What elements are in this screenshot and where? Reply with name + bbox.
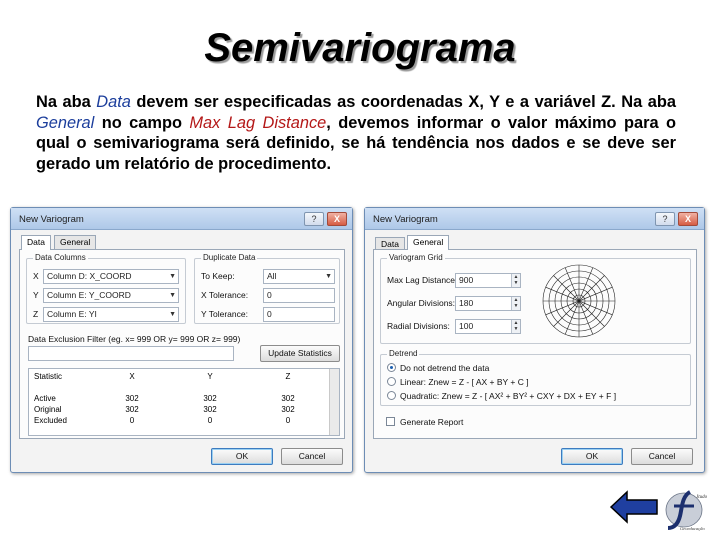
chevron-down-icon: ▼ [169, 273, 176, 280]
to-keep-label: To Keep: [201, 271, 235, 281]
table-header-cell: Z [285, 372, 291, 381]
table-header-cell: Statistic [34, 372, 63, 381]
x-column-select[interactable]: Column D: X_COORD ▼ [43, 269, 179, 284]
update-statistics-button[interactable]: Update Statistics [260, 345, 340, 362]
generate-report-checkbox[interactable] [386, 417, 395, 426]
table-row: Active 302 302 302 [34, 394, 295, 403]
x-tolerance-input[interactable]: 0 [263, 288, 335, 303]
exclusion-filter-input[interactable] [28, 346, 234, 361]
close-button[interactable]: X [678, 212, 698, 226]
x-label: X [33, 271, 39, 281]
y-tolerance-input[interactable]: 0 [263, 307, 335, 322]
table-scrollbar[interactable] [329, 369, 339, 435]
linear-detrend-label: Linear: Znew = Z - [ AX + BY + C ] [400, 377, 529, 387]
svg-text:Jtudo: Jtudo [696, 495, 708, 500]
new-variogram-dialog-general: New Variogram ? X Data General Variogram… [364, 207, 705, 473]
table-row: Excluded 0 0 0 [34, 416, 291, 425]
duplicate-data-group: Duplicate Data To Keep: All ▼ X Tolerance… [194, 253, 340, 324]
generate-report-label: Generate Report [400, 417, 464, 427]
tab-general[interactable]: General [407, 235, 450, 250]
chevron-down-icon: ▼ [325, 273, 332, 280]
svg-text:Geoeducação: Geoeducação [680, 526, 705, 531]
exclusion-filter-label: Data Exclusion Filter (eg. x= 999 OR y= … [28, 334, 241, 344]
radial-divisions-input[interactable]: 100 ▲ ▼ [455, 319, 521, 334]
help-button[interactable]: ? [304, 212, 324, 226]
tab-general[interactable]: General [54, 235, 97, 249]
z-column-select[interactable]: Column E: YI ▼ [43, 307, 179, 322]
close-button[interactable]: X [327, 212, 347, 226]
quadratic-detrend-label: Quadratic: Znew = Z - [ AX² + BY² + CXY … [400, 391, 617, 401]
x-tolerance-label: X Tolerance: [201, 290, 249, 300]
slide-title: Semivariograma [204, 26, 516, 70]
z-label: Z [33, 309, 39, 319]
linear-detrend-radio[interactable] [387, 377, 396, 386]
chevron-down-icon: ▼ [169, 292, 176, 299]
angular-divisions-input[interactable]: 180 ▲ ▼ [455, 296, 521, 311]
detrend-group: Detrend Do not detrend the data Linear: … [380, 349, 691, 406]
slide-paragraph: Na aba Data devem ser especificadas as c… [36, 93, 676, 173]
quadratic-detrend-radio[interactable] [387, 391, 396, 400]
no-detrend-radio[interactable] [387, 363, 396, 372]
window-title: New Variogram [373, 214, 438, 225]
general-tab-panel: Variogram Grid Max Lag Distance: 900 ▲ ▼ A… [373, 249, 697, 439]
window-title: New Variogram [19, 214, 84, 225]
statistics-table: Statistic X Y Z Active 302 302 302 Origi… [31, 371, 327, 426]
data-columns-group: Data Columns X Column D: X_COORD ▼ Y Colu… [26, 253, 186, 324]
cancel-button[interactable]: Cancel [281, 448, 343, 465]
statistics-table-frame: Statistic X Y Z Active 302 302 302 Origi… [28, 368, 340, 436]
table-row: Original 302 302 302 [34, 405, 295, 414]
title-bar: New Variogram ? X [11, 208, 352, 230]
help-button[interactable]: ? [655, 212, 675, 226]
data-tab-reference: Data [96, 93, 131, 111]
title-bar: New Variogram ? X [365, 208, 704, 230]
data-tab-panel: Data Columns X Column D: X_COORD ▼ Y Colu… [19, 249, 345, 439]
cancel-button[interactable]: Cancel [631, 448, 693, 465]
radial-divisions-label: Radial Divisions: [387, 321, 450, 331]
to-keep-select[interactable]: All ▼ [263, 269, 335, 284]
table-header-cell: X [129, 372, 135, 381]
y-column-select[interactable]: Column E: Y_COORD ▼ [43, 288, 179, 303]
max-lag-reference: Max Lag Distance [189, 113, 327, 132]
no-detrend-label: Do not detrend the data [400, 363, 490, 373]
tab-data[interactable]: Data [21, 235, 51, 250]
ok-button[interactable]: OK [561, 448, 623, 465]
stylized-f-logo-icon: Jtudo Geoeducação [665, 490, 708, 531]
max-lag-distance-label: Max Lag Distance: [387, 275, 458, 285]
table-header-cell: Y [207, 372, 213, 381]
polar-grid-icon [542, 264, 616, 338]
max-lag-distance-input[interactable]: 900 ▲ ▼ [455, 273, 521, 288]
variogram-grid-group: Variogram Grid Max Lag Distance: 900 ▲ ▼ A… [380, 253, 691, 344]
general-tab-reference: General [36, 113, 95, 132]
y-label: Y [33, 290, 39, 300]
chevron-down-icon: ▼ [169, 311, 176, 318]
new-variogram-dialog-data: New Variogram ? X Data General Data Colu… [10, 207, 353, 473]
spin-arrows-icon: ▲ ▼ [511, 320, 520, 333]
spin-arrows-icon: ▲ ▼ [511, 274, 520, 287]
table-header-row: Statistic X Y Z [31, 371, 327, 382]
spin-arrows-icon: ▲ ▼ [511, 297, 520, 310]
back-arrow-icon[interactable] [609, 490, 659, 524]
y-tolerance-label: Y Tolerance: [201, 309, 248, 319]
ok-button[interactable]: OK [211, 448, 273, 465]
angular-divisions-label: Angular Divisions: [387, 298, 456, 308]
table-row [31, 382, 327, 393]
